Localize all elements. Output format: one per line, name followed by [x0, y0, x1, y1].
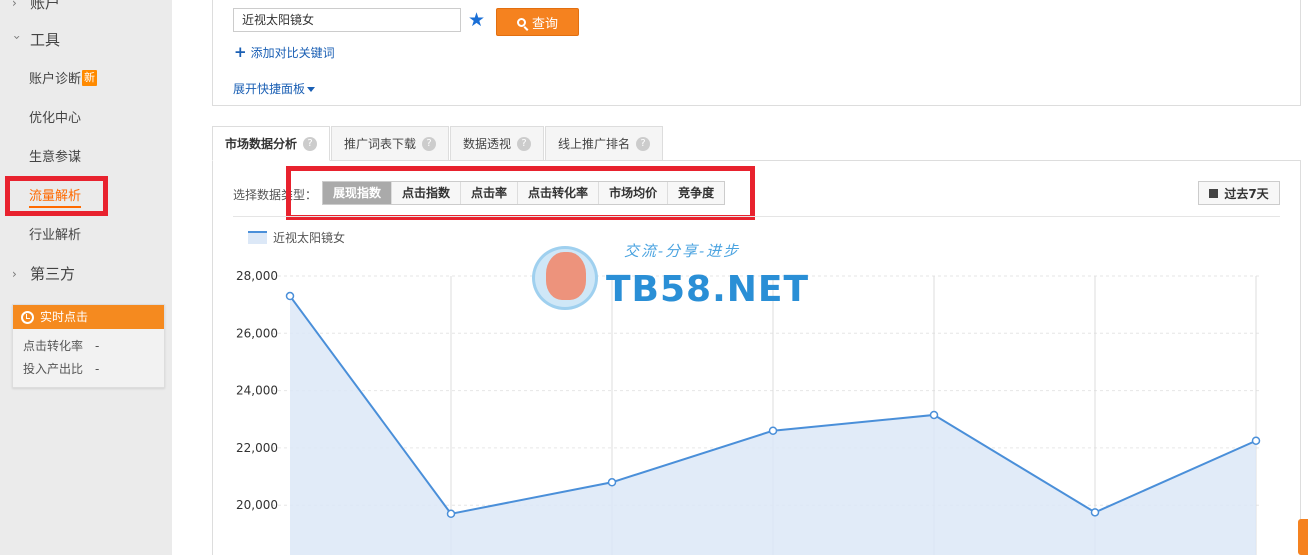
sidebar-section-tools[interactable]: › 工具 — [10, 29, 61, 50]
tab-label: 市场数据分析 — [225, 137, 298, 151]
calendar-icon — [1209, 188, 1219, 198]
sidebar-section-account[interactable]: › 账户 — [12, 0, 60, 13]
watermark-slogan: 交流-分享-进步 — [624, 242, 741, 260]
plus-icon: + — [234, 43, 247, 61]
tab-bar: 市场数据分析? 推广词表下载? 数据透视? 线上推广排名? — [212, 126, 664, 161]
add-compare-keyword-label: 添加对比关键词 — [250, 46, 335, 60]
tab-label: 推广词表下载 — [344, 137, 417, 151]
hand-icon — [546, 252, 586, 300]
data-point — [607, 478, 617, 487]
data-point — [446, 509, 456, 519]
data-point — [285, 291, 295, 301]
sidebar-item-label: 优化中心 — [29, 111, 82, 126]
sidebar-item-label: 生意参谋 — [29, 150, 82, 165]
tab-label: 数据透视 — [463, 137, 512, 151]
divider — [233, 216, 1280, 217]
data-point — [929, 410, 939, 420]
sidebar-item-label: 行业解析 — [29, 228, 82, 243]
expand-quick-panel-link[interactable]: 展开快捷面板 — [233, 80, 316, 97]
date-range-label: 过去7天 — [1224, 186, 1269, 201]
clock-icon — [21, 310, 34, 324]
sidebar-item-account-diagnosis[interactable]: 账户诊断新 — [29, 68, 98, 87]
tab-data-pivot[interactable]: 数据透视? — [450, 126, 545, 161]
data-point — [1090, 508, 1100, 517]
sidebar-item-label: 账户诊断 — [29, 72, 82, 87]
y-tick-label: 24,000 — [236, 384, 278, 398]
keyword-input[interactable]: 近视太阳镜女 — [233, 8, 461, 32]
help-icon[interactable]: ? — [517, 136, 532, 151]
watermark-site: TB58.NET — [606, 269, 810, 310]
y-tick-label: 26,000 — [236, 326, 278, 340]
highlight-box-sidebar — [5, 176, 108, 216]
realtime-click-title: 实时点击 — [40, 310, 89, 324]
chevron-right-icon: › — [12, 266, 17, 281]
help-icon[interactable]: ? — [636, 136, 651, 151]
tab-market-data-analysis[interactable]: 市场数据分析? — [212, 126, 331, 161]
tab-label: 线上推广排名 — [558, 137, 631, 151]
search-icon — [516, 17, 526, 27]
new-badge: 新 — [82, 70, 98, 86]
legend-label: 近视太阳镜女 — [273, 231, 346, 245]
y-tick-label: 28,000 — [236, 269, 278, 283]
help-icon[interactable]: ? — [422, 136, 437, 151]
tab-keyword-download[interactable]: 推广词表下载? — [331, 126, 450, 161]
realtime-row-conversion: 点击转化率 - — [13, 335, 164, 358]
realtime-row-label: 投入产出比 — [23, 362, 84, 376]
sidebar-section-tools-label: 工具 — [30, 31, 61, 49]
help-icon[interactable]: ? — [303, 136, 318, 151]
legend-swatch — [248, 231, 267, 244]
add-compare-keyword-link[interactable]: + 添加对比关键词 — [234, 43, 335, 61]
sidebar-item-optimization-center[interactable]: 优化中心 — [29, 107, 81, 126]
realtime-row-value: - — [95, 362, 100, 376]
scroll-tab[interactable] — [1298, 519, 1308, 555]
date-range-button[interactable]: 过去7天 — [1198, 181, 1280, 205]
highlight-box-data-type — [286, 166, 755, 220]
query-button[interactable]: 查询 — [496, 8, 579, 36]
realtime-click-card: 实时点击 点击转化率 - 投入产出比 - — [12, 304, 165, 388]
chart-legend[interactable]: 近视太阳镜女 — [248, 229, 345, 246]
realtime-click-header[interactable]: 实时点击 — [13, 305, 164, 329]
sidebar-item-industry-analysis[interactable]: 行业解析 — [29, 224, 81, 243]
watermark: 交流-分享-进步 TB58.NET — [532, 240, 808, 310]
query-button-label: 查询 — [531, 16, 558, 32]
expand-quick-panel-label: 展开快捷面板 — [233, 82, 306, 96]
sidebar-item-business-advisor[interactable]: 生意参谋 — [29, 146, 81, 165]
data-point — [1251, 436, 1261, 445]
sidebar-section-third-party-label: 第三方 — [30, 265, 76, 283]
y-tick-label: 22,000 — [236, 441, 278, 455]
chevron-right-icon: › — [12, 0, 17, 10]
favorite-star-icon[interactable]: ★ — [468, 10, 485, 30]
realtime-row-value: - — [95, 339, 100, 353]
caret-down-icon — [307, 87, 316, 92]
data-point — [768, 426, 778, 435]
chevron-down-icon: › — [10, 34, 24, 40]
sidebar: › 账户 › 工具 账户诊断新 优化中心 生意参谋 流量解析 行业解析 › 第三… — [0, 0, 172, 555]
realtime-row-label: 点击转化率 — [23, 339, 84, 353]
sidebar-section-account-label: 账户 — [30, 0, 61, 12]
realtime-row-roi: 投入产出比 - — [13, 358, 164, 381]
tab-online-promotion-ranking[interactable]: 线上推广排名? — [545, 126, 664, 161]
sidebar-section-third-party[interactable]: › 第三方 — [12, 263, 75, 284]
y-tick-label: 20,000 — [236, 498, 278, 512]
